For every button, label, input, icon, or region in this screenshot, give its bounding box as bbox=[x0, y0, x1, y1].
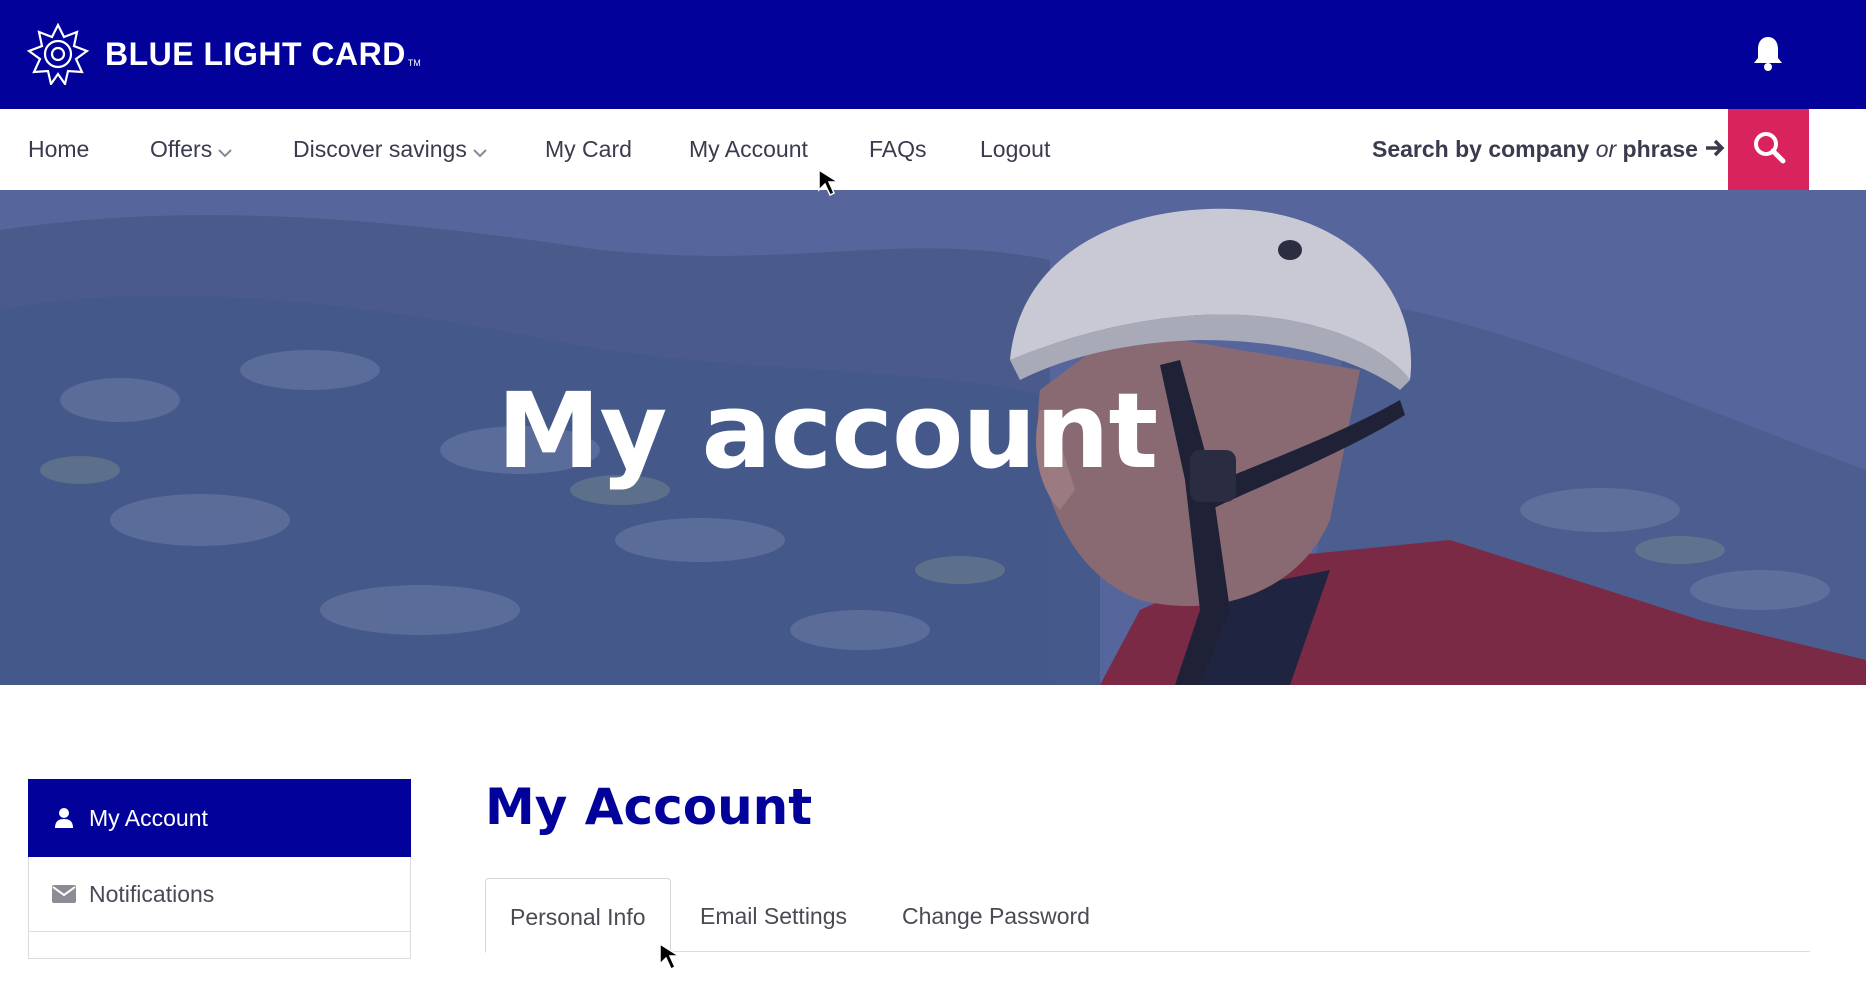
nav-label: Home bbox=[28, 136, 90, 162]
sidebar-item-notifications[interactable]: Notifications bbox=[28, 857, 411, 932]
chevron-down-icon bbox=[218, 110, 232, 191]
brand-logo[interactable]: BLUE LIGHT CARD TM bbox=[27, 22, 421, 86]
star-badge-icon bbox=[27, 23, 89, 85]
main-nav: Home Offers Discover savings My Card My … bbox=[0, 109, 1866, 191]
nav-label: Offers bbox=[150, 136, 213, 162]
account-tabs: Personal Info Email Settings Change Pass… bbox=[485, 878, 1810, 953]
brand-name: BLUE LIGHT CARD bbox=[105, 35, 406, 72]
search-icon bbox=[1752, 130, 1786, 169]
nav-label: Logout bbox=[980, 136, 1051, 162]
nav-item-faqs[interactable]: FAQs bbox=[869, 109, 927, 190]
chevron-down-icon bbox=[473, 110, 487, 191]
hero-title: My account bbox=[497, 370, 1158, 492]
envelope-icon bbox=[51, 884, 77, 904]
search-button[interactable] bbox=[1728, 109, 1809, 190]
bell-icon[interactable] bbox=[1752, 35, 1784, 76]
hero-banner: My account bbox=[0, 190, 1866, 685]
sidebar-item-label: Notifications bbox=[89, 880, 215, 907]
nav-item-logout[interactable]: Logout bbox=[980, 109, 1050, 190]
nav-item-my-card[interactable]: My Card bbox=[545, 109, 632, 190]
account-sidebar: My Account Notifications bbox=[28, 779, 411, 959]
mouse-cursor-icon bbox=[658, 942, 688, 981]
top-header-bar: BLUE LIGHT CARD TM bbox=[0, 0, 1866, 109]
sidebar-item-my-account[interactable]: My Account bbox=[28, 779, 411, 857]
tab-personal-info[interactable]: Personal Info bbox=[485, 878, 671, 953]
search-hint-text: Search by company bbox=[1372, 136, 1590, 162]
nav-item-discover-savings[interactable]: Discover savings bbox=[293, 109, 487, 190]
tab-label: Personal Info bbox=[510, 904, 646, 930]
brand-trademark: TM bbox=[407, 58, 421, 68]
search-prompt[interactable]: Search by company or phrase bbox=[1372, 109, 1726, 190]
nav-item-home[interactable]: Home bbox=[28, 109, 89, 190]
sidebar-item-label: My Account bbox=[89, 804, 208, 831]
sidebar-item-partial[interactable] bbox=[28, 932, 411, 959]
tab-label: Change Password bbox=[902, 903, 1090, 929]
nav-item-my-account[interactable]: My Account bbox=[689, 109, 808, 190]
nav-label: Discover savings bbox=[293, 136, 467, 162]
arrow-right-icon bbox=[1704, 110, 1726, 191]
mouse-cursor-icon bbox=[817, 168, 847, 207]
tab-change-password[interactable]: Change Password bbox=[902, 878, 1090, 950]
nav-label: My Card bbox=[545, 136, 632, 162]
nav-label: FAQs bbox=[869, 136, 927, 162]
tab-email-settings[interactable]: Email Settings bbox=[700, 878, 847, 950]
tab-label: Email Settings bbox=[700, 903, 848, 929]
nav-item-offers[interactable]: Offers bbox=[150, 109, 232, 190]
page-title: My Account bbox=[485, 778, 813, 836]
search-hint-text: phrase bbox=[1622, 136, 1698, 162]
search-hint-or: or bbox=[1595, 136, 1617, 162]
nav-label: My Account bbox=[689, 136, 808, 162]
user-icon bbox=[51, 807, 77, 829]
